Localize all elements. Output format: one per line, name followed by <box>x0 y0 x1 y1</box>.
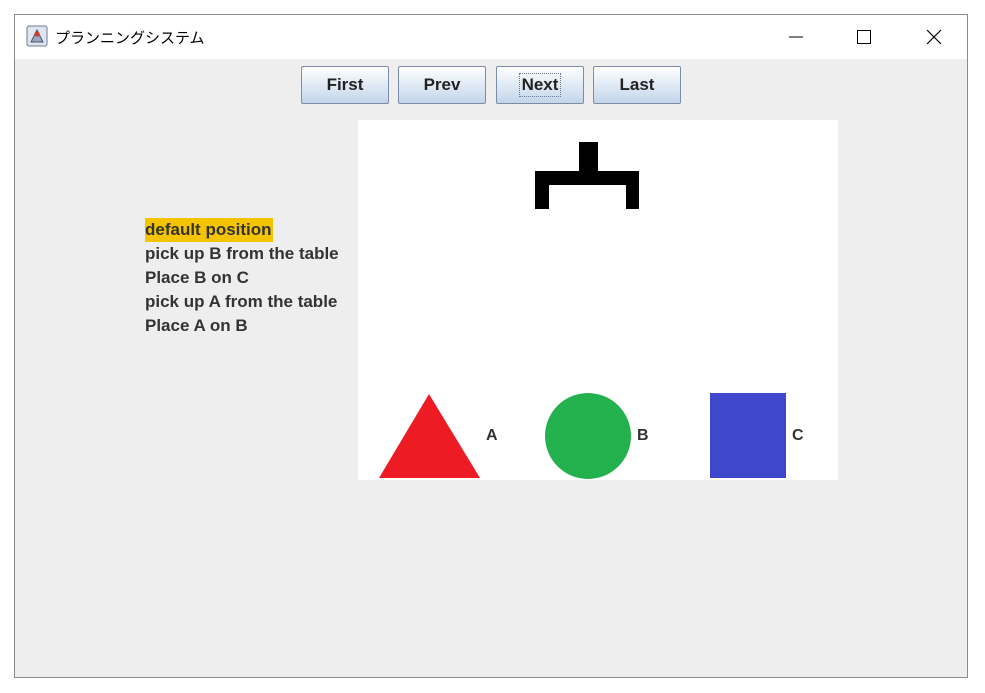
block-b-circle <box>545 393 631 479</box>
title-bar[interactable]: プランニングシステム <box>15 15 967 59</box>
first-button[interactable]: First <box>301 66 389 104</box>
block-a-label: A <box>486 427 498 444</box>
first-button-label: First <box>326 75 364 94</box>
minimize-button[interactable] <box>767 15 825 59</box>
scene-canvas: A B C <box>358 120 838 480</box>
maximize-icon <box>857 30 871 44</box>
close-icon <box>926 29 942 45</box>
step-text: pick up A from the table <box>145 292 338 311</box>
step-item[interactable]: default position <box>145 218 273 242</box>
next-button-label: Next <box>518 73 562 97</box>
step-item[interactable]: pick up B from the table <box>145 242 340 266</box>
next-button[interactable]: Next <box>496 66 584 104</box>
app-window: プランニングシステム First Prev Next Last default … <box>14 14 968 678</box>
prev-button-label: Prev <box>423 75 461 94</box>
window-title: プランニングシステム <box>55 29 205 47</box>
last-button[interactable]: Last <box>593 66 681 104</box>
block-b-label: B <box>637 427 649 444</box>
step-list: default position pick up B from the tabl… <box>145 218 340 338</box>
step-text: pick up B from the table <box>145 244 339 263</box>
step-item[interactable]: Place B on C <box>145 266 250 290</box>
block-a-triangle <box>379 394 480 478</box>
maximize-button[interactable] <box>835 15 893 59</box>
block-c-square <box>710 393 786 478</box>
step-text: Place B on C <box>145 268 249 287</box>
step-item[interactable]: pick up A from the table <box>145 290 338 314</box>
last-button-label: Last <box>619 75 655 94</box>
step-item[interactable]: Place A on B <box>145 314 249 338</box>
close-button[interactable] <box>905 15 963 59</box>
step-text: default position <box>145 220 272 239</box>
block-c-label: C <box>792 427 804 444</box>
prev-button[interactable]: Prev <box>398 66 486 104</box>
scene-drawing <box>379 142 786 479</box>
java-app-icon <box>26 25 48 47</box>
minimize-icon <box>789 36 803 38</box>
gripper-icon <box>535 142 639 209</box>
step-text: Place A on B <box>145 316 248 335</box>
